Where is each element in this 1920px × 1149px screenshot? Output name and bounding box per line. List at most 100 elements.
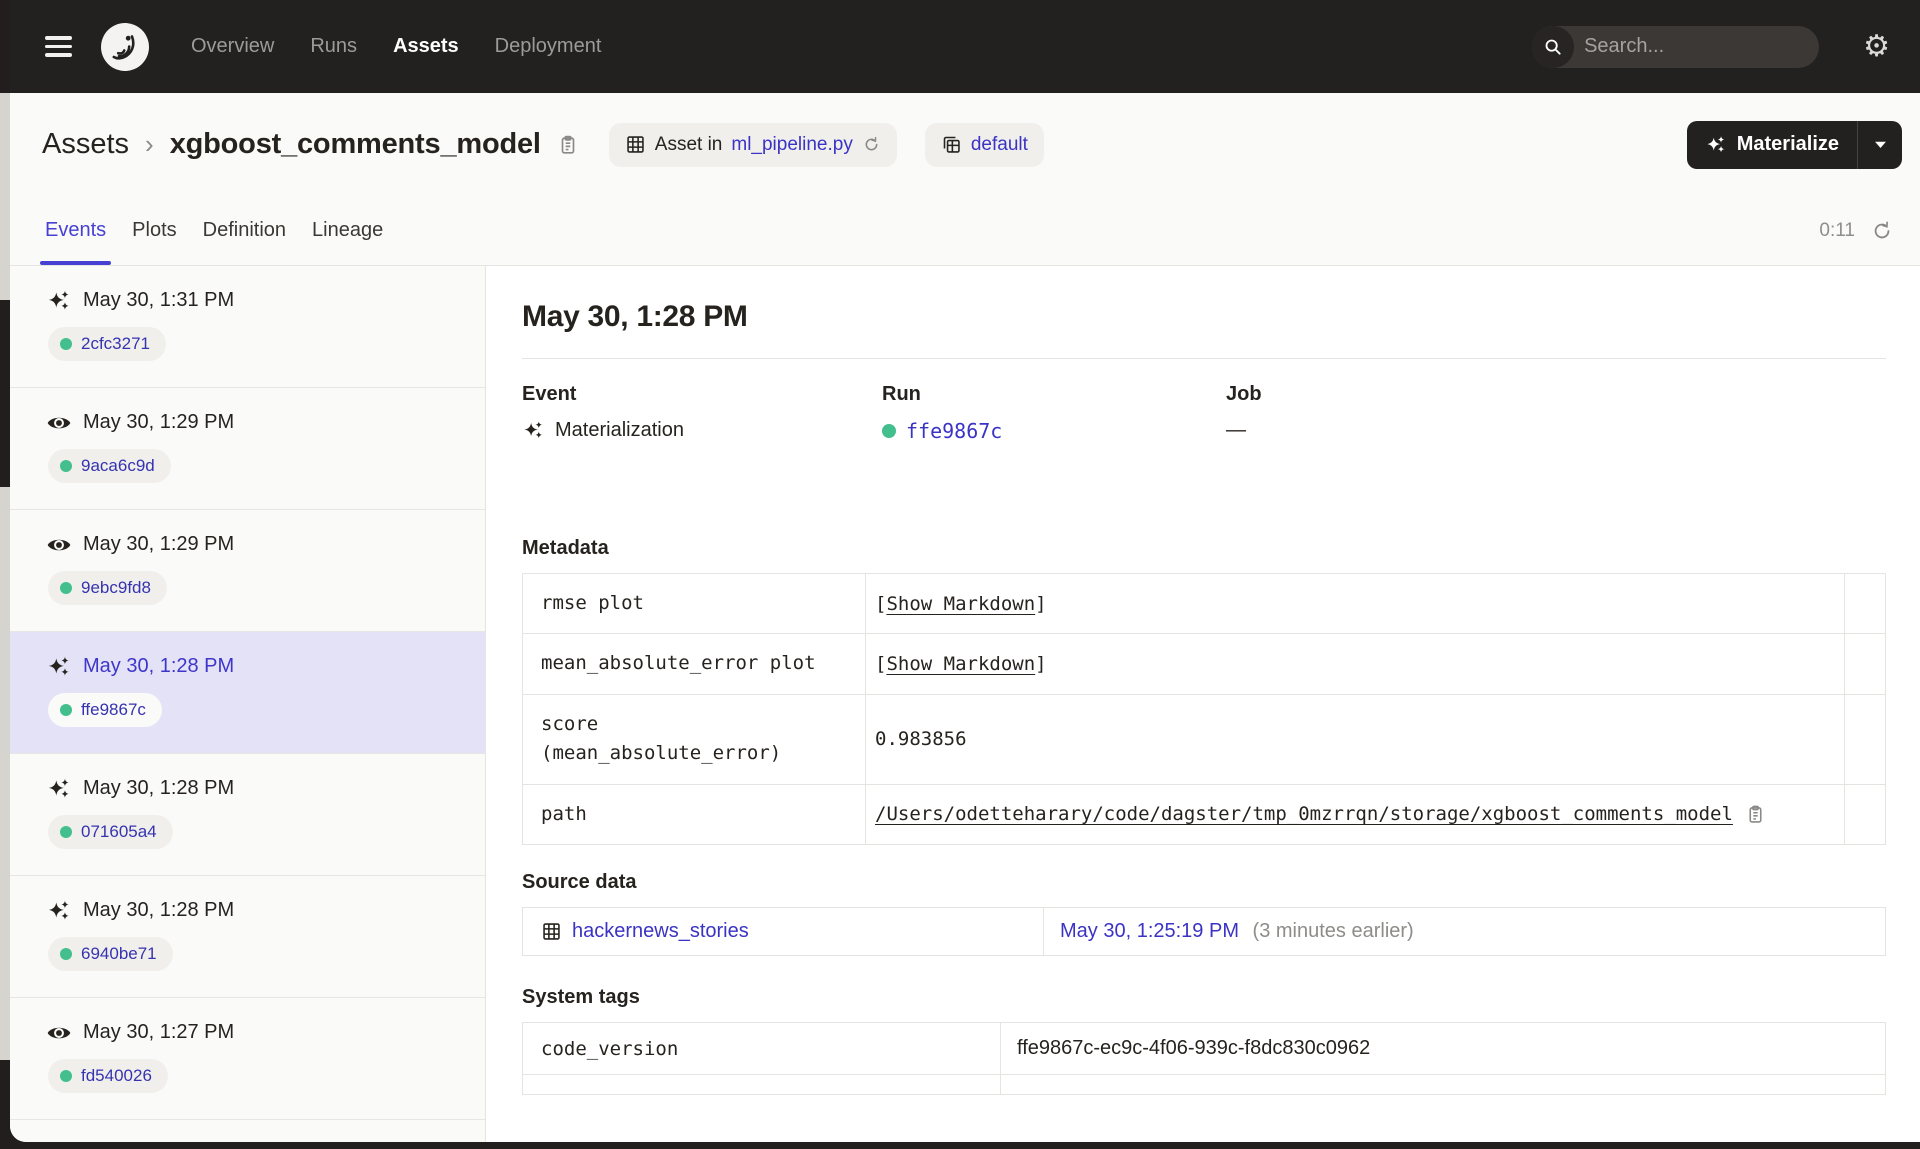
materialization-sparkle-icon [45,897,72,924]
event-timestamp: May 30, 1:28 PM [83,899,235,921]
materialize-dropdown-button[interactable] [1858,121,1902,169]
asset-grid-icon [543,923,560,940]
refresh-icon[interactable] [1871,220,1893,242]
menu-icon[interactable] [45,36,72,57]
metadata-key: score (mean_absolute_error) [522,693,866,785]
event-type-value: Materialization [555,419,684,441]
run-id-link[interactable]: 071605a4 [81,822,157,842]
run-status-dot [60,704,72,716]
screen: Overview Runs Assets Deployment / ⚙ Assets … [0,0,1920,1149]
system-tag-row: code_version ffe9867c-ec9c-4f06-939c-f8dc… [522,1022,1886,1076]
gear-icon[interactable]: ⚙ [1863,31,1890,62]
event-list-item[interactable]: May 30, 1:29 PM 9ebc9fd8 [10,510,485,632]
tab-definition[interactable]: Definition [198,196,291,265]
dagster-app-window: Overview Runs Assets Deployment / ⚙ Assets … [10,0,1920,1142]
run-id-link[interactable]: 9ebc9fd8 [81,578,151,598]
metadata-actions-cell [1844,633,1886,695]
dagster-logo-icon[interactable] [101,22,149,71]
nav-link-runs[interactable]: Runs [310,35,357,58]
run-id-pill[interactable]: ffe9867c [48,693,162,727]
run-id-link[interactable]: ffe9867c [906,419,1002,443]
run-status-dot [60,1070,72,1082]
copy-path-icon[interactable] [1745,804,1766,825]
nav-link-overview[interactable]: Overview [191,35,274,58]
divider [522,358,1886,359]
source-event-time-link[interactable]: May 30, 1:25:19 PM [1060,920,1239,942]
materialize-button-label: Materialize [1736,133,1839,155]
event-timestamp: May 30, 1:27 PM [83,1021,235,1043]
event-list-item[interactable]: May 30, 1:28 PM 071605a4 [10,754,485,876]
job-value: — [1226,419,1246,441]
run-id-pill[interactable]: 2cfc3271 [48,327,166,361]
source-data-row: hackernews_stories May 30, 1:25:19 PM (3… [522,907,1886,957]
metadata-value: /Users/odetteharary/code/dagster/tmp_0mz… [865,783,1845,846]
run-id-link[interactable]: 6940be71 [81,944,157,964]
event-list-item[interactable]: May 30, 1:28 PM ffe9867c [10,632,485,754]
run-status-dot [60,826,72,838]
tab-plots[interactable]: Plots [127,196,181,265]
event-timestamp: May 30, 1:29 PM [83,533,235,555]
run-id-pill[interactable]: 9aca6c9d [48,449,171,483]
reload-icon[interactable] [862,135,881,154]
run-id-link[interactable]: ffe9867c [81,700,146,720]
nav-link-assets[interactable]: Assets [393,35,459,58]
run-id-pill[interactable]: fd540026 [48,1059,168,1093]
asset-definition-badge[interactable]: Asset in ml_pipeline.py [608,122,897,167]
code-location-link[interactable]: ml_pipeline.py [731,134,852,156]
materialization-sparkle-icon [45,775,72,802]
materialization-sparkle-icon [45,653,72,680]
nav-link-deployment[interactable]: Deployment [495,35,602,58]
system-tags-table: code_version ffe9867c-ec9c-4f06-939c-f8dc… [522,1022,1886,1096]
run-id-pill[interactable]: 6940be71 [48,937,173,971]
metadata-key: path [522,783,866,846]
show-markdown-link[interactable]: Show Markdown [886,653,1035,675]
metadata-value: 0.983856 [865,693,1845,785]
show-markdown-link[interactable]: Show Markdown [886,593,1035,615]
run-status-dot [60,948,72,960]
run-id-pill[interactable]: 9ebc9fd8 [48,571,167,605]
top-navigation-bar: Overview Runs Assets Deployment / ⚙ [10,0,1920,93]
event-detail-panel: May 30, 1:28 PM Event Materialization Ru… [486,266,1920,1142]
event-list-item[interactable]: May 30, 1:27 PM fd540026 [10,998,485,1120]
asset-in-prefix: Asset in [654,133,723,155]
event-label: Event [522,383,577,405]
metadata-table: rmse plot [Show Markdown] mean_absolute_er… [522,572,1886,846]
observation-eye-icon [45,1019,72,1046]
metadata-key: mean_absolute_error plot [522,633,866,695]
system-tag-key [522,1074,1001,1096]
materialize-button[interactable]: Materialize [1686,120,1902,169]
materialization-sparkle-icon [1707,135,1724,152]
system-tag-row [522,1074,1886,1096]
observation-eye-icon [45,531,72,558]
event-list-item[interactable]: May 30, 1:29 PM 9aca6c9d [10,388,485,510]
event-title: May 30, 1:28 PM [522,300,748,333]
run-status-dot [60,338,72,350]
system-tag-value [1000,1074,1886,1096]
system-tags-heading: System tags [522,986,640,1009]
upstream-asset-link[interactable]: hackernews_stories [541,920,1025,943]
copy-asset-name-icon[interactable] [557,134,579,156]
run-id-link[interactable]: fd540026 [81,1066,152,1086]
event-list-item[interactable]: May 30, 1:31 PM 2cfc3271 [10,266,485,388]
tab-lineage[interactable]: Lineage [307,196,388,265]
run-id-link[interactable]: 9aca6c9d [81,456,155,476]
event-list-sidebar: May 30, 1:31 PM 2cfc3271 May 30, 1:29 PM 9a… [10,266,486,1142]
run-id-pill[interactable]: 071605a4 [48,815,173,849]
global-search[interactable]: / [1532,25,1820,68]
metadata-actions-cell [1844,783,1886,846]
run-label: Run [882,383,921,405]
search-input[interactable] [1574,35,1820,58]
observation-eye-icon [45,409,72,436]
group-link[interactable]: default [971,134,1028,156]
metadata-row: score (mean_absolute_error) 0.983856 [522,693,1886,785]
asset-group-badge[interactable]: default [924,122,1044,167]
event-list-item[interactable]: May 30, 1:28 PM 6940be71 [10,876,485,998]
caret-down-icon [1874,141,1886,148]
run-id-link[interactable]: 2cfc3271 [81,334,150,354]
path-link[interactable]: /Users/odetteharary/code/dagster/tmp_0mz… [875,803,1733,825]
tab-events[interactable]: Events [40,196,112,265]
event-summary-row: Event Materialization Run ffe9867c Job — [522,383,1886,443]
breadcrumb-separator: › [145,129,154,159]
breadcrumb-assets-link[interactable]: Assets [42,128,129,161]
source-event-relative-time: (3 minutes earlier) [1252,920,1414,943]
